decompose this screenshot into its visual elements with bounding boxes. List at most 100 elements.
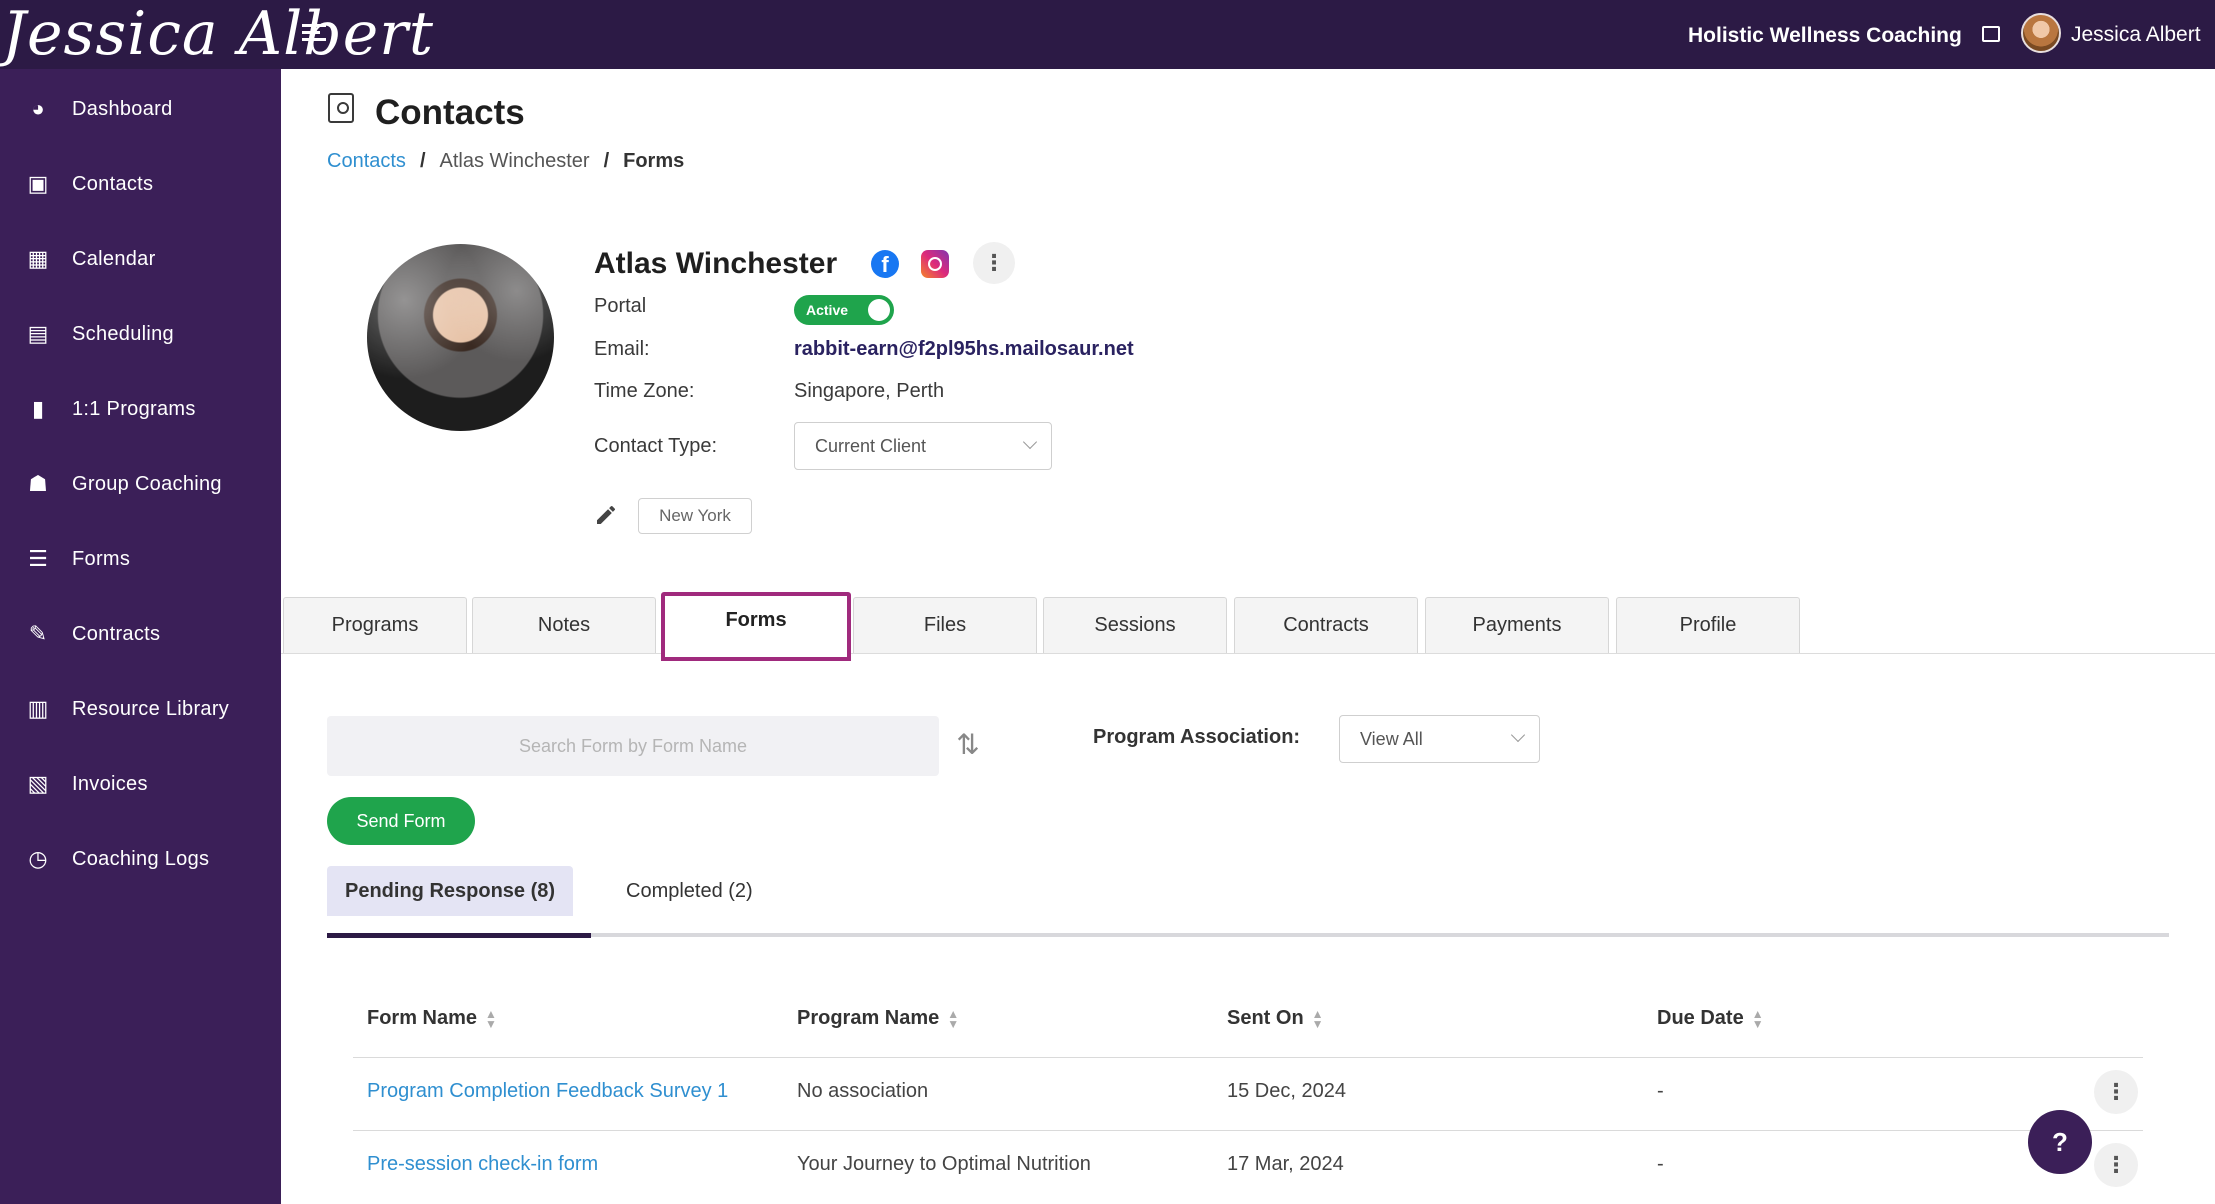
due-date: -: [1657, 1080, 1664, 1102]
brand-logo[interactable]: Jessica Albert: [2, 4, 434, 64]
column-header-due-date[interactable]: Due Date ▲ ▼: [1657, 1007, 1764, 1030]
breadcrumb-contacts-link[interactable]: Contacts: [327, 150, 406, 173]
row-divider: [353, 1057, 2143, 1058]
breadcrumb-contact: Atlas Winchester: [439, 150, 590, 172]
sidebar-item-dashboard[interactable]: ◕ Dashboard: [0, 79, 281, 139]
send-form-button[interactable]: Send Form: [327, 797, 475, 845]
portal-toggle[interactable]: Active: [794, 295, 894, 325]
column-header-sent-on[interactable]: Sent On ▲ ▼: [1227, 1007, 1324, 1030]
portal-label: Portal: [594, 295, 647, 317]
sidebar-item-invoices[interactable]: ▧ Invoices: [0, 754, 281, 814]
chevron-down-icon: [1022, 434, 1038, 450]
form-search-input[interactable]: Search Form by Form Name: [327, 716, 939, 776]
edit-icon[interactable]: [594, 503, 618, 527]
sidebar-item-coaching-logs[interactable]: ◷ Coaching Logs: [0, 829, 281, 889]
sidebar-item-scheduling[interactable]: ▤ Scheduling: [0, 304, 281, 364]
chevron-down-icon: [1510, 727, 1526, 743]
subtab-pending[interactable]: Pending Response (8): [327, 866, 574, 916]
tab-profile[interactable]: Profile: [1616, 597, 1800, 653]
sidebar-item-contacts[interactable]: ▣ Contacts: [0, 154, 281, 214]
tab-forms[interactable]: Forms: [661, 592, 851, 661]
breadcrumb-separator: /: [419, 150, 426, 172]
breadcrumb-current: Forms: [623, 150, 685, 172]
sidebar-item-label: Scheduling: [72, 322, 174, 345]
contact-type-label: Contact Type:: [594, 435, 718, 457]
breadcrumb: Contacts / Atlas Winchester / Forms: [327, 150, 684, 173]
clock-icon: ◷: [28, 846, 48, 871]
email-label: Email:: [594, 338, 650, 360]
subtab-active-indicator: [327, 933, 591, 938]
timezone-value: Singapore, Perth: [794, 380, 945, 402]
user-avatar[interactable]: [2021, 13, 2061, 53]
subtab-divider: [327, 933, 2169, 937]
due-date: -: [1657, 1153, 1664, 1175]
calendar-icon: ▦: [27, 246, 49, 271]
portal-status: Active: [806, 302, 849, 318]
library-icon: ▥: [27, 696, 49, 721]
tabs-divider: [281, 653, 2215, 654]
contacts-icon: [328, 93, 354, 123]
subtab-completed[interactable]: Completed (2): [626, 866, 753, 916]
column-header-form-name[interactable]: Form Name ▲ ▼: [367, 1007, 497, 1030]
program-name: No association: [797, 1080, 929, 1102]
sidebar-item-label: 1:1 Programs: [72, 397, 196, 420]
business-switch-icon[interactable]: [1982, 26, 2000, 42]
program-association-select[interactable]: View All: [1339, 715, 1540, 763]
sort-icon[interactable]: ⇅: [953, 728, 983, 762]
user-name[interactable]: Jessica Albert: [2071, 23, 2201, 47]
menu-toggle-icon[interactable]: [302, 24, 326, 44]
contract-icon: ✎: [28, 621, 48, 646]
page-title: Contacts: [375, 93, 525, 132]
column-header-program-name[interactable]: Program Name ▲ ▼: [797, 1007, 959, 1030]
breadcrumb-separator: /: [603, 150, 610, 172]
tag-chip[interactable]: New York: [638, 498, 752, 534]
invoice-icon: ▧: [27, 771, 49, 796]
contact-avatar: [367, 244, 554, 431]
contact-menu-icon[interactable]: ⋮: [973, 242, 1015, 284]
row-menu-icon[interactable]: ⋮: [2094, 1070, 2138, 1114]
contact-type-select[interactable]: Current Client: [794, 422, 1052, 470]
sort-arrows-icon: ▲ ▼: [947, 1006, 960, 1031]
contact-name: Atlas Winchester: [594, 247, 838, 280]
tab-notes[interactable]: Notes: [472, 597, 656, 653]
tab-sessions[interactable]: Sessions: [1043, 597, 1227, 653]
sidebar-item-label: Contacts: [72, 172, 154, 195]
main-content: Contacts Contacts / Atlas Winchester / F…: [281, 69, 2215, 1204]
column-label: Program Name: [797, 1007, 940, 1029]
contacts-icon: ▣: [27, 171, 49, 196]
sent-on: 15 Dec, 2024: [1227, 1080, 1346, 1102]
sidebar-item-forms[interactable]: ☰ Forms: [0, 529, 281, 589]
business-name[interactable]: Holistic Wellness Coaching: [1688, 24, 1962, 48]
program-association-label: Program Association:: [1093, 726, 1301, 748]
tab-payments[interactable]: Payments: [1425, 597, 1609, 653]
program-association-value: View All: [1360, 729, 1423, 749]
column-label: Due Date: [1657, 1007, 1744, 1029]
row-menu-icon[interactable]: ⋮: [2094, 1143, 2138, 1187]
email-value[interactable]: rabbit-earn@f2pl95hs.mailosaur.net: [794, 338, 1134, 361]
book-icon: ▮: [31, 396, 45, 421]
sidebar-item-label: Forms: [72, 547, 131, 570]
facebook-icon[interactable]: f: [871, 250, 899, 278]
tab-files[interactable]: Files: [853, 597, 1037, 653]
sidebar-item-programs[interactable]: ▮ 1:1 Programs: [0, 379, 281, 439]
sidebar-item-calendar[interactable]: ▦ Calendar: [0, 229, 281, 289]
sidebar-item-contracts[interactable]: ✎ Contracts: [0, 604, 281, 664]
sort-arrows-icon: ▲ ▼: [485, 1006, 497, 1031]
instagram-icon[interactable]: [921, 250, 949, 278]
form-name-link[interactable]: Program Completion Feedback Survey 1: [367, 1080, 728, 1103]
sidebar-item-label: Contracts: [72, 622, 161, 645]
form-name-link[interactable]: Pre-session check-in form: [367, 1153, 598, 1176]
sidebar-item-resource-library[interactable]: ▥ Resource Library: [0, 679, 281, 739]
tab-contracts[interactable]: Contracts: [1234, 597, 1418, 653]
sidebar-item-label: Group Coaching: [72, 472, 222, 495]
scheduling-icon: ▤: [27, 321, 49, 346]
top-bar: Jessica Albert Holistic Wellness Coachin…: [0, 0, 2215, 69]
help-button[interactable]: ?: [2028, 1110, 2092, 1174]
sidebar-item-label: Coaching Logs: [72, 847, 210, 870]
contact-type-value: Current Client: [815, 436, 927, 456]
timezone-label: Time Zone:: [594, 380, 695, 402]
sidebar-item-group-coaching[interactable]: ☗ Group Coaching: [0, 454, 281, 514]
tab-programs[interactable]: Programs: [283, 597, 467, 653]
sidebar: ◕ Dashboard ▣ Contacts ▦ Calendar ▤ Sche…: [0, 69, 281, 1204]
sidebar-item-label: Invoices: [72, 772, 148, 795]
